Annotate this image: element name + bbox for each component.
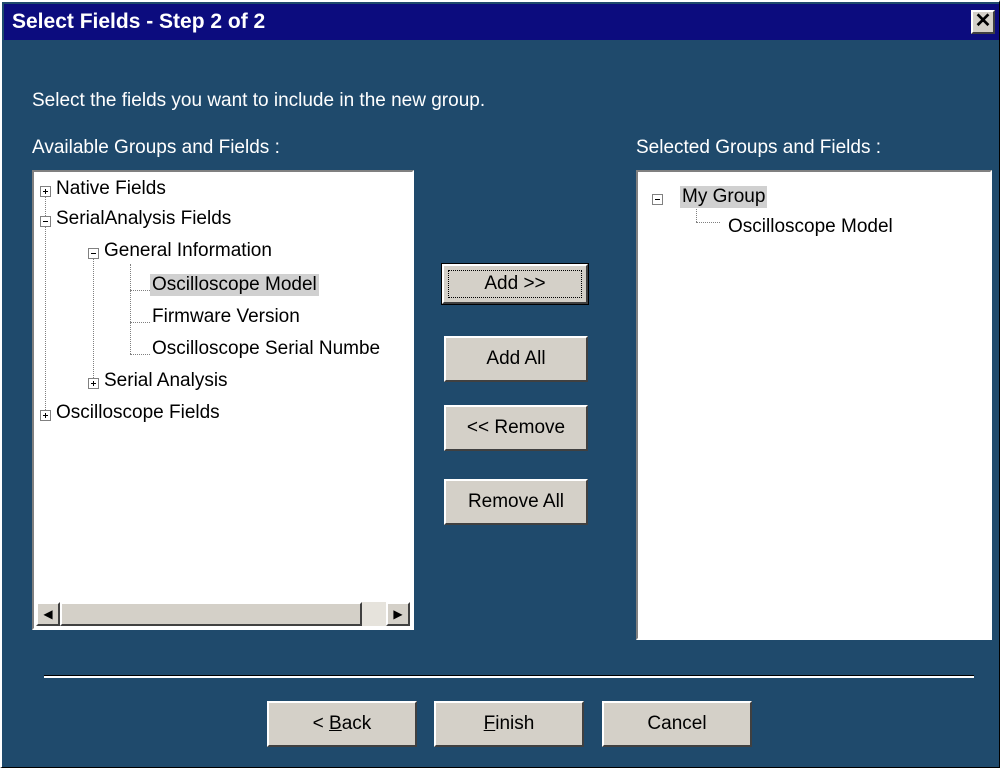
tree-node-general-information[interactable]: General Information	[104, 240, 272, 262]
arrow-left-icon: ◀	[43, 607, 53, 621]
expand-icon[interactable]	[40, 186, 51, 197]
tree-node-oscilloscope-fields[interactable]: Oscilloscope Fields	[56, 402, 220, 424]
selected-fields-tree[interactable]: My Group Oscilloscope Model	[636, 170, 992, 640]
remove-all-button[interactable]: Remove All	[444, 479, 588, 525]
back-button-mnemonic: B	[329, 713, 342, 734]
expand-icon[interactable]	[40, 410, 51, 421]
tree-node-serialanalysis-fields[interactable]: SerialAnalysis Fields	[56, 208, 231, 230]
close-icon: ✕	[974, 10, 992, 32]
footer-separator	[44, 675, 974, 678]
selected-fields-label: Selected Groups and Fields :	[636, 137, 882, 158]
scroll-right-button[interactable]: ▶	[386, 602, 410, 626]
instruction-text: Select the fields you want to include in…	[32, 90, 486, 111]
tree-node-serial-analysis[interactable]: Serial Analysis	[104, 370, 228, 392]
tree-connector	[130, 290, 150, 291]
tree-node-oscilloscope-model[interactable]: Oscilloscope Model	[150, 274, 319, 296]
collapse-icon[interactable]	[88, 248, 99, 259]
title-bar: Select Fields - Step 2 of 2 ✕	[4, 4, 999, 40]
arrow-right-icon: ▶	[393, 607, 403, 621]
cancel-button-label: Cancel	[647, 713, 707, 734]
remove-button-label: << Remove	[466, 417, 566, 438]
collapse-icon[interactable]	[40, 216, 51, 227]
window-title: Select Fields - Step 2 of 2	[12, 10, 266, 33]
add-button[interactable]: Add >>	[441, 263, 589, 305]
tree-node-oscilloscope-model[interactable]: Oscilloscope Model	[728, 216, 893, 238]
tree-node-firmware-version[interactable]: Firmware Version	[152, 306, 300, 328]
focus-rect	[448, 270, 582, 298]
tree-connector	[696, 222, 720, 223]
tree-node-my-group[interactable]: My Group	[680, 186, 768, 208]
tree-connector	[130, 264, 131, 354]
tree-node-native-fields[interactable]: Native Fields	[56, 178, 166, 200]
tree-connector	[93, 248, 94, 386]
finish-button-label: inish	[495, 713, 535, 734]
finish-button-mnemonic: F	[483, 713, 496, 734]
add-all-button-label: Add All	[486, 348, 546, 369]
scrollbar-thumb[interactable]	[60, 602, 362, 626]
cancel-button[interactable]: Cancel	[602, 701, 752, 747]
horizontal-scrollbar[interactable]: ◀ ▶	[36, 602, 410, 626]
expand-icon[interactable]	[88, 378, 99, 389]
tree-connector	[130, 322, 150, 323]
select-fields-dialog: Select Fields - Step 2 of 2 ✕ Select the…	[0, 0, 1000, 768]
remove-all-button-label: Remove All	[467, 491, 565, 512]
collapse-icon[interactable]	[652, 194, 663, 205]
remove-button[interactable]: << Remove	[444, 405, 588, 451]
tree-node-oscilloscope-serial-number[interactable]: Oscilloscope Serial Numbe	[152, 338, 380, 360]
tree-connector	[130, 354, 150, 355]
finish-button[interactable]: Finish	[434, 701, 584, 747]
back-button-prefix: <	[312, 713, 330, 734]
available-fields-label: Available Groups and Fields :	[32, 137, 280, 158]
add-all-button[interactable]: Add All	[444, 336, 588, 382]
back-button[interactable]: < Back	[267, 701, 417, 747]
scroll-left-button[interactable]: ◀	[36, 602, 60, 626]
back-button-label: ack	[341, 713, 372, 734]
available-fields-tree[interactable]: Native Fields SerialAnalysis Fields Gene…	[32, 170, 414, 630]
close-button[interactable]: ✕	[971, 10, 995, 34]
